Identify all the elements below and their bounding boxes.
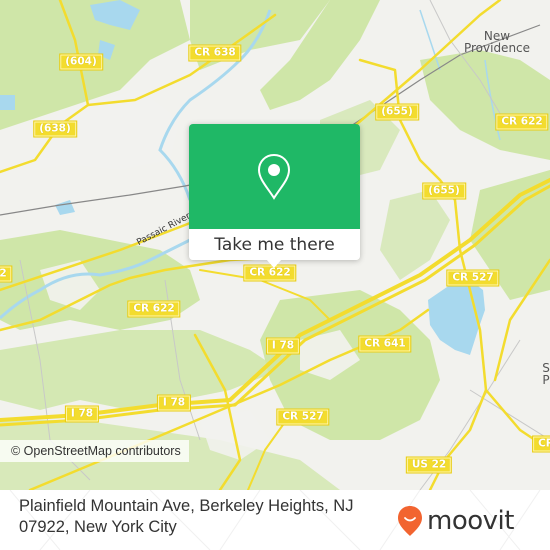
road-shield-cr641: CR 641 (358, 335, 412, 353)
road-shield-cr-edge: CR (532, 435, 550, 453)
road-shield-cr527-north: CR 527 (446, 269, 500, 287)
road-shield-cr527-south: CR 527 (276, 408, 330, 426)
road-shield-i78-east: I 78 (265, 337, 301, 355)
road-shield-cr622-east: CR 622 (495, 113, 549, 131)
take-me-there-button[interactable]: Take me there (189, 229, 360, 260)
map[interactable]: (604) CR 638 (638) (655) CR 622 (655) CR… (0, 0, 550, 490)
popup-pointer (266, 259, 282, 268)
road-shield-us22: US 22 (405, 456, 453, 474)
popup-header (189, 124, 360, 229)
map-attribution[interactable]: © OpenStreetMap contributors (0, 440, 189, 462)
road-shield-638: (638) (33, 120, 77, 138)
moovit-pin-icon (398, 506, 422, 536)
road-shield-i78-west: I 78 (64, 405, 100, 423)
road-shield-604: (604) (59, 53, 103, 71)
road-shield-cr622-edge: 2 (0, 265, 13, 283)
road-shield-655-north: (655) (375, 103, 419, 121)
road-shield-i78-center: I 78 (156, 394, 192, 412)
place-label-edge: S P (542, 361, 550, 387)
moovit-wordmark: moovit (427, 506, 514, 536)
road-shield-cr638: CR 638 (188, 44, 242, 62)
location-popup: Take me there (189, 124, 360, 268)
map-pin-icon (257, 153, 291, 200)
road-shield-cr622-west: CR 622 (127, 300, 181, 318)
moovit-logo[interactable]: moovit (397, 503, 514, 539)
address-text: Plainfield Mountain Ave, Berkeley Height… (19, 497, 354, 536)
place-label-new-providence: New Providence (463, 29, 531, 55)
road-shield-655-south: (655) (422, 182, 466, 200)
